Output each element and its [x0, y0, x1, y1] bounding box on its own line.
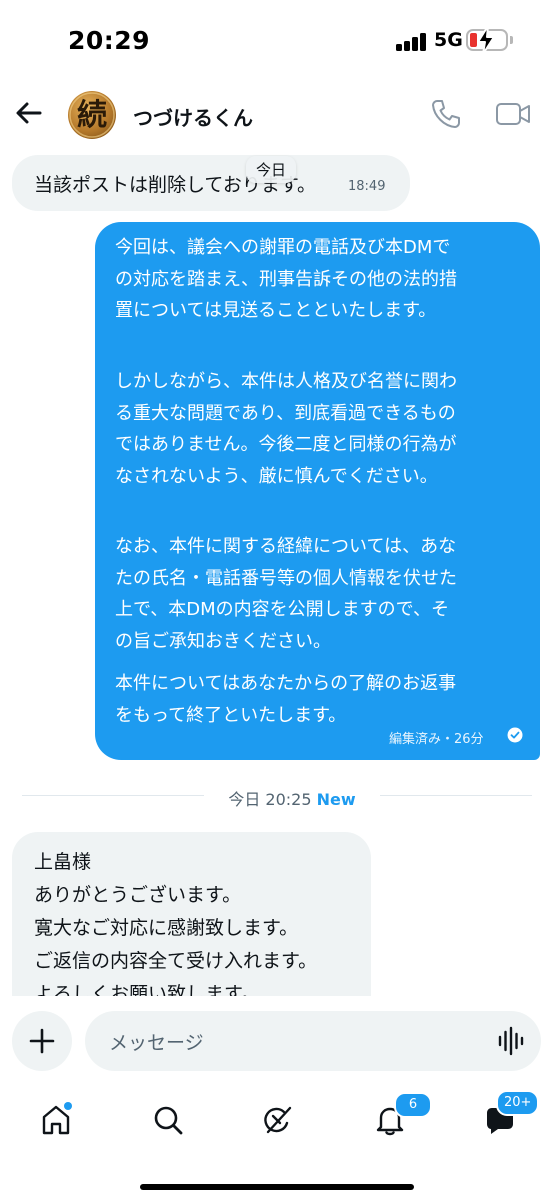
message-line: しかしながら、本件は人格及び名誉に関わ [115, 371, 457, 392]
sent-message[interactable]: 今回は、議会への謝罪の電話及び本DMで の対応を踏まえ、刑事告訴その他の法的措 … [95, 222, 540, 760]
divider-label: 今日 20:25 New [212, 786, 372, 810]
voice-waveform-icon[interactable] [497, 1026, 525, 1056]
message-input[interactable]: メッセージ [85, 1011, 541, 1071]
avatar[interactable]: 続 [68, 91, 116, 139]
message-line: の旨ご承知おきください。 [115, 630, 331, 652]
message-line: なされないよう、厳に慎んでください。 [115, 465, 438, 487]
message-time: 18:49 [348, 179, 386, 194]
message-line: ありがとうございます。 [34, 884, 242, 906]
tab-search[interactable] [146, 1098, 190, 1142]
network-type: 5G [434, 29, 463, 51]
bottom-tab-bar: 6 20+ [0, 1088, 554, 1200]
message-line: 寛大なご対応に感謝致します。 [34, 917, 299, 939]
divider-date: 今日 20:25 [228, 790, 312, 809]
message-line: たの氏名・電話番号等の個人情報を伏せた [115, 567, 457, 589]
status-time: 20:29 [68, 26, 151, 55]
battery-cap [510, 36, 513, 44]
received-message[interactable]: 上畠様 ありがとうございます。 寛大なご対応に感謝致します。 ご返信の内容全て受… [12, 832, 371, 1022]
cellular-signal-icon [396, 33, 428, 51]
message-meta: 編集済み・26分 [389, 732, 484, 747]
divider-line [22, 795, 204, 796]
video-camera-icon[interactable] [494, 98, 532, 130]
message-composer: メッセージ [0, 996, 554, 1088]
message-line: ではありません。今後二度と同様の行為が [115, 434, 457, 455]
tab-grok[interactable] [256, 1098, 300, 1142]
contact-name[interactable]: つづけるくん [133, 102, 253, 131]
read-check-icon [507, 727, 523, 743]
message-line: 上畠様 [34, 851, 92, 873]
message-paragraph: なお、本件に関する経緯については、あな たの氏名・電話番号等の個人情報を伏せた … [115, 531, 535, 657]
tab-notifications[interactable]: 6 [368, 1092, 432, 1142]
input-placeholder: メッセージ [109, 1032, 204, 1054]
svg-text:続: 続 [77, 98, 107, 133]
message-text: 上畠様 ありがとうございます。 寛大なご対応に感謝致します。 ご返信の内容全て受… [34, 846, 317, 1011]
tab-messages[interactable]: 20+ [478, 1090, 540, 1142]
new-label: New [316, 790, 356, 809]
grok-icon [264, 1106, 292, 1134]
arrow-left-icon[interactable] [12, 96, 46, 130]
received-message[interactable]: 当該ポストは削除しております。 18:49 [12, 155, 410, 211]
messages-badge: 20+ [496, 1090, 540, 1116]
divider-line [380, 795, 532, 796]
new-messages-divider: 今日 20:25 New [22, 780, 532, 810]
message-line: 上で、本DMの内容を公開しますので、そ [115, 599, 449, 620]
message-line: ご返信の内容全て受け入れます。 [34, 950, 318, 972]
tab-home[interactable] [34, 1098, 78, 1142]
notifications-badge: 6 [394, 1092, 432, 1118]
message-line: 今回は、議会への謝罪の電話及び本DMで [115, 237, 451, 258]
status-bar: 20:29 5G [0, 0, 554, 82]
message-line: る重大な問題であり、到底看過できるもの [115, 402, 456, 424]
home-notification-dot [64, 1102, 72, 1110]
phone-icon[interactable] [428, 96, 464, 132]
message-line: 本件についてはあなたからの了解のお返事 [115, 673, 457, 694]
charging-bolt-icon [477, 25, 495, 55]
add-attachment-button[interactable] [12, 1011, 72, 1071]
conversation-header: 続 つづけるくん [0, 82, 554, 148]
search-icon [154, 1106, 183, 1135]
message-paragraph: 今回は、議会への謝罪の電話及び本DMで の対応を踏まえ、刑事告訴その他の法的措 … [115, 232, 535, 327]
message-line: なお、本件に関する経緯については、あな [115, 536, 457, 557]
message-paragraph: しかしながら、本件は人格及び名誉に関わ る重大な問題であり、到底看過できるもの … [115, 366, 535, 492]
home-indicator [140, 1184, 414, 1190]
message-line: をもって終了といたします。 [115, 704, 347, 726]
avatar-image: 続 [69, 92, 115, 138]
message-line: 置については見送ることといたします。 [115, 300, 437, 321]
message-line: の対応を踏まえ、刑事告訴その他の法的措 [115, 268, 457, 290]
message-paragraph: 本件についてはあなたからの了解のお返事 をもって終了といたします。 [115, 668, 535, 731]
plus-icon [29, 1028, 55, 1054]
date-chip: 今日 [246, 156, 297, 183]
